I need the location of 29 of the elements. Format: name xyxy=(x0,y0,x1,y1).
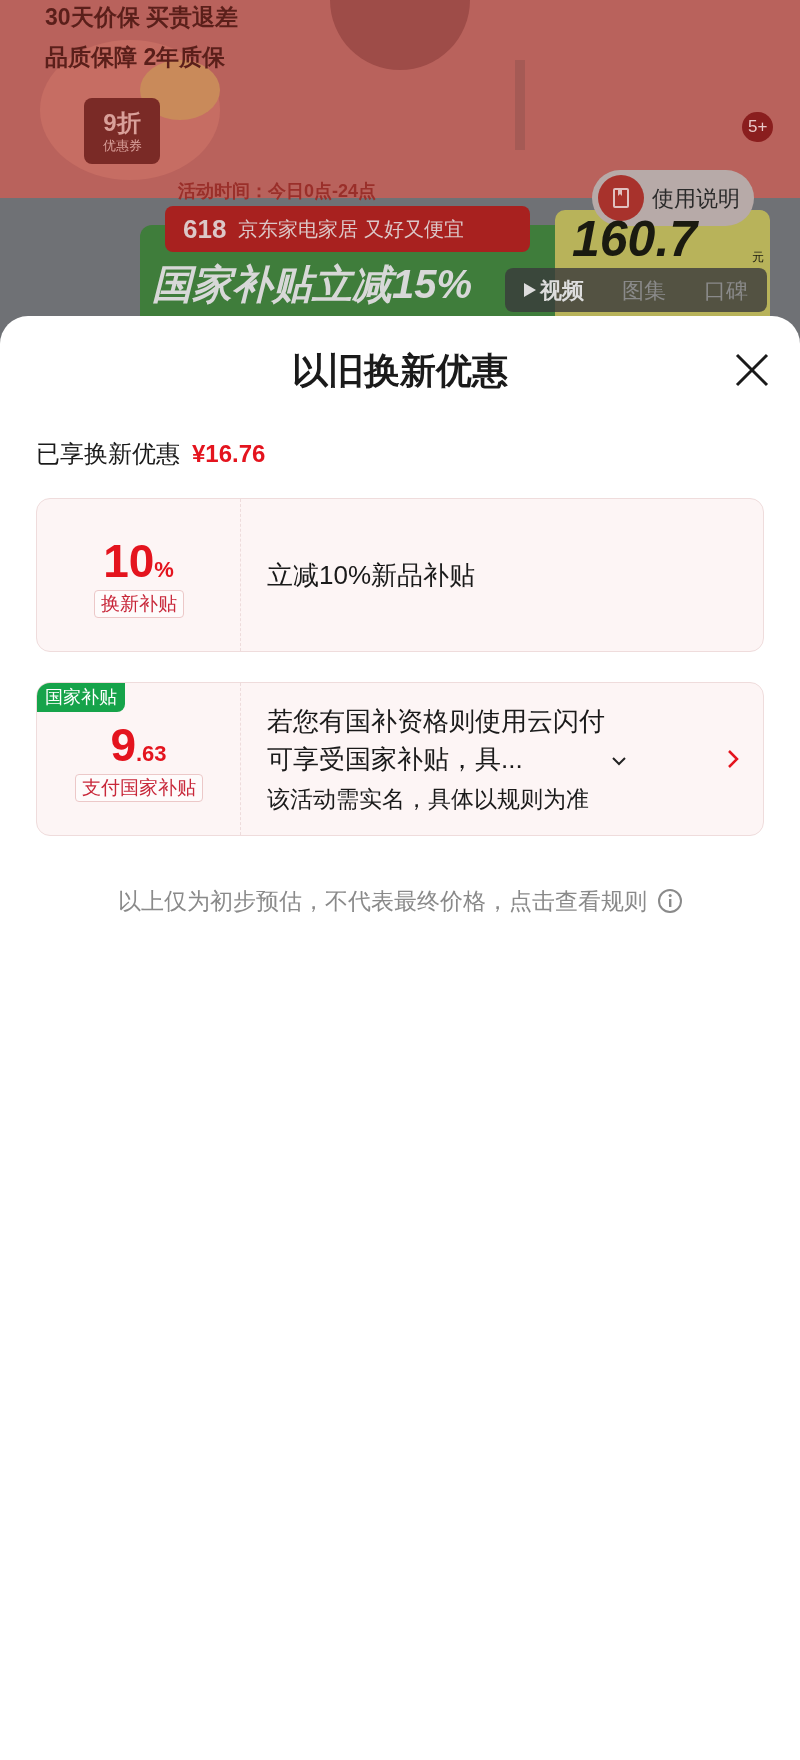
offer-amount: 10% xyxy=(103,538,174,584)
sheet-title: 以旧换新优惠 xyxy=(292,349,508,393)
coupon-label: 优惠券 xyxy=(102,138,142,152)
media-tab[interactable]: 图集 xyxy=(622,273,666,307)
banner-number: 618 xyxy=(183,212,227,246)
media-tab[interactable]: 视频 xyxy=(524,273,584,307)
offer-tag: 换新补贴 xyxy=(93,590,184,618)
info-icon[interactable] xyxy=(656,888,683,915)
chevron-right-icon[interactable] xyxy=(727,749,739,769)
close-icon xyxy=(735,353,769,387)
play-icon xyxy=(524,283,536,297)
offer-tag: 支付国家补贴 xyxy=(74,774,203,802)
price-unit: 元 xyxy=(752,249,764,266)
offer-description: 立减10%新品补贴 xyxy=(267,558,477,592)
offer-amount: 9.63 xyxy=(110,722,167,768)
guarantee-text: 30天价保 买贵退差 xyxy=(45,3,238,32)
book-icon xyxy=(598,175,644,221)
summary-label: 已享换新优惠 xyxy=(36,439,180,469)
disclaimer-link[interactable]: 以上仅为初步预估，不代表最终价格，点击查看规则 xyxy=(117,884,647,919)
guarantee-text: 品质保障 2年质保 xyxy=(45,43,226,72)
corner-tag: 国家补贴 xyxy=(37,683,125,712)
summary-amount: ¥16.76 xyxy=(192,439,266,469)
offer-note: 该活动需实名，具体以规则为准 xyxy=(267,784,590,814)
media-tab[interactable]: 口碑 xyxy=(704,273,748,307)
banner-slogan: 京东家电家居 又好又便宜 xyxy=(238,217,464,242)
banner-headline: 国家补贴立减15% xyxy=(152,261,473,308)
offer-description: 若您有国补资格则使用云闪付可享受国家补贴，具... xyxy=(267,704,606,776)
chevron-down-icon[interactable] xyxy=(611,755,627,766)
coupon-discount: 9折 xyxy=(103,110,141,135)
